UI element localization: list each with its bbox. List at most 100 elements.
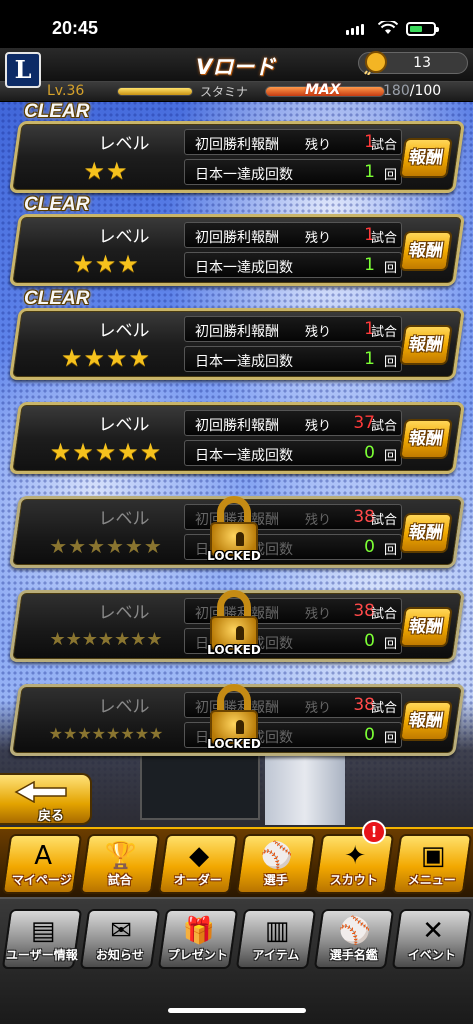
item-icon: ▥ [264, 916, 290, 946]
reward-button[interactable]: 報酬 [399, 607, 453, 647]
remaining-label: 残り [305, 701, 332, 716]
ball-icon [364, 51, 387, 75]
first-win-label: 初回勝利報酬 [195, 230, 279, 246]
nav-button-player[interactable]: ⚾ 選手 [235, 834, 317, 894]
level-row: CLEAR レベル ★★★★ 初回勝利報酬 残り 1 試合 日本一達成回数 1 … [8, 288, 466, 380]
scout-icon: ✦ [344, 841, 367, 871]
star-rating: ★★★ [72, 250, 140, 278]
currency-count: 13 [413, 55, 431, 71]
games-unit: 試合 [370, 701, 397, 716]
level-row: レベル ★★★★★★ 初回勝利報酬 残り 38 試合 日本一達成回数 0 回 報… [8, 496, 466, 568]
nav-button-menu[interactable]: ▣ メニュー [391, 834, 473, 894]
nav-button-event[interactable]: ✕ イベント [391, 909, 473, 969]
reward-button[interactable]: 報酬 [399, 701, 453, 741]
nav-label: 選手 [263, 873, 288, 887]
championship-label: 日本一達成回数 [195, 260, 293, 276]
stamina-value: 180/100 [383, 83, 442, 99]
level-row: レベル ★★★★★★★★ 初回勝利報酬 残り 38 試合 日本一達成回数 0 回… [8, 684, 466, 756]
level-label: レベル [98, 134, 150, 154]
level-label: レベル [98, 509, 150, 529]
star-rating: ★★★★★★★★ [48, 724, 164, 743]
times-unit: 回 [383, 731, 397, 746]
reward-button[interactable]: 報酬 [399, 419, 453, 459]
clear-badge: CLEAR [24, 194, 90, 215]
user-card-icon: ▤ [30, 916, 56, 946]
remaining-label: 残り [305, 231, 332, 246]
times-unit: 回 [383, 637, 397, 652]
nav-button-player-book[interactable]: ⚾ 選手名鑑 [313, 909, 395, 969]
nav-label: スカウト [329, 873, 378, 887]
nav-button-field[interactable]: ◆ オーダー [157, 834, 239, 894]
reward-button[interactable]: 報酬 [399, 513, 453, 553]
scoreboard-image [140, 745, 260, 820]
player-icon: ⚾ [260, 841, 294, 871]
level-label: レベル [98, 415, 150, 435]
championship-count-value: 0 [364, 537, 375, 557]
championship-count-value: 0 [364, 443, 375, 463]
lock-icon: LOCKED [204, 590, 264, 658]
games-unit: 試合 [370, 231, 397, 246]
level-label: レベル [98, 603, 150, 623]
lock-icon: LOCKED [204, 496, 264, 564]
battery-icon [406, 22, 439, 36]
nav-label: マイページ [11, 873, 72, 887]
level-label: レベル [98, 321, 150, 341]
championship-count-value: 0 [364, 631, 375, 651]
nav-button-home[interactable]: A マイページ [1, 834, 83, 894]
games-unit: 試合 [370, 607, 397, 622]
team-logo[interactable]: L [5, 52, 41, 88]
games-unit: 試合 [370, 325, 397, 340]
stats-bar: Lv.36 スタミナ MAX 180/100 [0, 82, 473, 102]
star-rating: ★★★★ [60, 344, 152, 372]
first-win-reward-box: 初回勝利報酬 残り 1 試合 [184, 222, 402, 248]
back-button[interactable]: 戻る [0, 773, 92, 825]
stamina-max-label: MAX [305, 82, 341, 98]
championship-label: 日本一達成回数 [195, 167, 293, 183]
nav-button-notice[interactable]: ✉ お知らせ [79, 909, 161, 969]
nav-button-user-card[interactable]: ▤ ユーザー情報 [1, 909, 83, 969]
remaining-label: 残り [305, 607, 332, 622]
remaining-label: 残り [305, 419, 332, 434]
championship-count-box: 日本一達成回数 1 回 [184, 252, 402, 278]
locked-label: LOCKED [207, 643, 261, 657]
locked-label: LOCKED [207, 737, 261, 751]
nav-button-scout[interactable]: ✦ スカウト [313, 834, 395, 894]
player-level: Lv.36 [47, 83, 85, 99]
stamina-label: スタミナ [200, 85, 249, 99]
nav-label: 試合 [107, 873, 132, 887]
currency-pill[interactable]: 13 [358, 51, 468, 75]
times-unit: 回 [383, 449, 397, 464]
championship-count-value: 1 [364, 162, 375, 182]
championship-count-value: 1 [364, 255, 375, 275]
times-unit: 回 [383, 168, 397, 183]
games-unit: 試合 [370, 138, 397, 153]
scout-notification-badge: ! [362, 820, 386, 844]
first-win-label: 初回勝利報酬 [195, 137, 279, 153]
nav-label: オーダー [173, 873, 222, 887]
nav-label: プレゼント [167, 948, 228, 962]
nav-label: お知らせ [95, 948, 144, 962]
championship-count-value: 0 [364, 725, 375, 745]
nav-label: イベント [407, 948, 456, 962]
first-win-label: 初回勝利報酬 [195, 418, 279, 434]
reward-button[interactable]: 報酬 [399, 231, 453, 271]
menu-icon: ▣ [420, 841, 446, 871]
status-bar: 20:45 [0, 0, 473, 48]
home-indicator [168, 1008, 306, 1013]
nav-button-gift[interactable]: 🎁 プレゼント [157, 909, 239, 969]
star-rating: ★★★★★★ [49, 534, 163, 558]
level-row: レベル ★★★★★ 初回勝利報酬 残り 37 試合 日本一達成回数 0 回 報酬 [8, 402, 466, 474]
championship-count-value: 1 [364, 349, 375, 369]
reward-button[interactable]: 報酬 [399, 325, 453, 365]
nav-button-item[interactable]: ▥ アイテム [235, 909, 317, 969]
locked-label: LOCKED [207, 549, 261, 563]
nav-button-trophy[interactable]: 🏆 試合 [79, 834, 161, 894]
level-label: レベル [98, 697, 150, 717]
remaining-label: 残り [305, 138, 332, 153]
first-win-reward-box: 初回勝利報酬 残り 37 試合 [184, 410, 402, 436]
level-row: レベル ★★★★★★★ 初回勝利報酬 残り 38 試合 日本一達成回数 0 回 … [8, 590, 466, 662]
notice-icon: ✉ [110, 916, 133, 946]
back-label: 戻る [38, 809, 65, 824]
nav-label: 選手名鑑 [329, 948, 378, 962]
reward-button[interactable]: 報酬 [399, 138, 453, 178]
